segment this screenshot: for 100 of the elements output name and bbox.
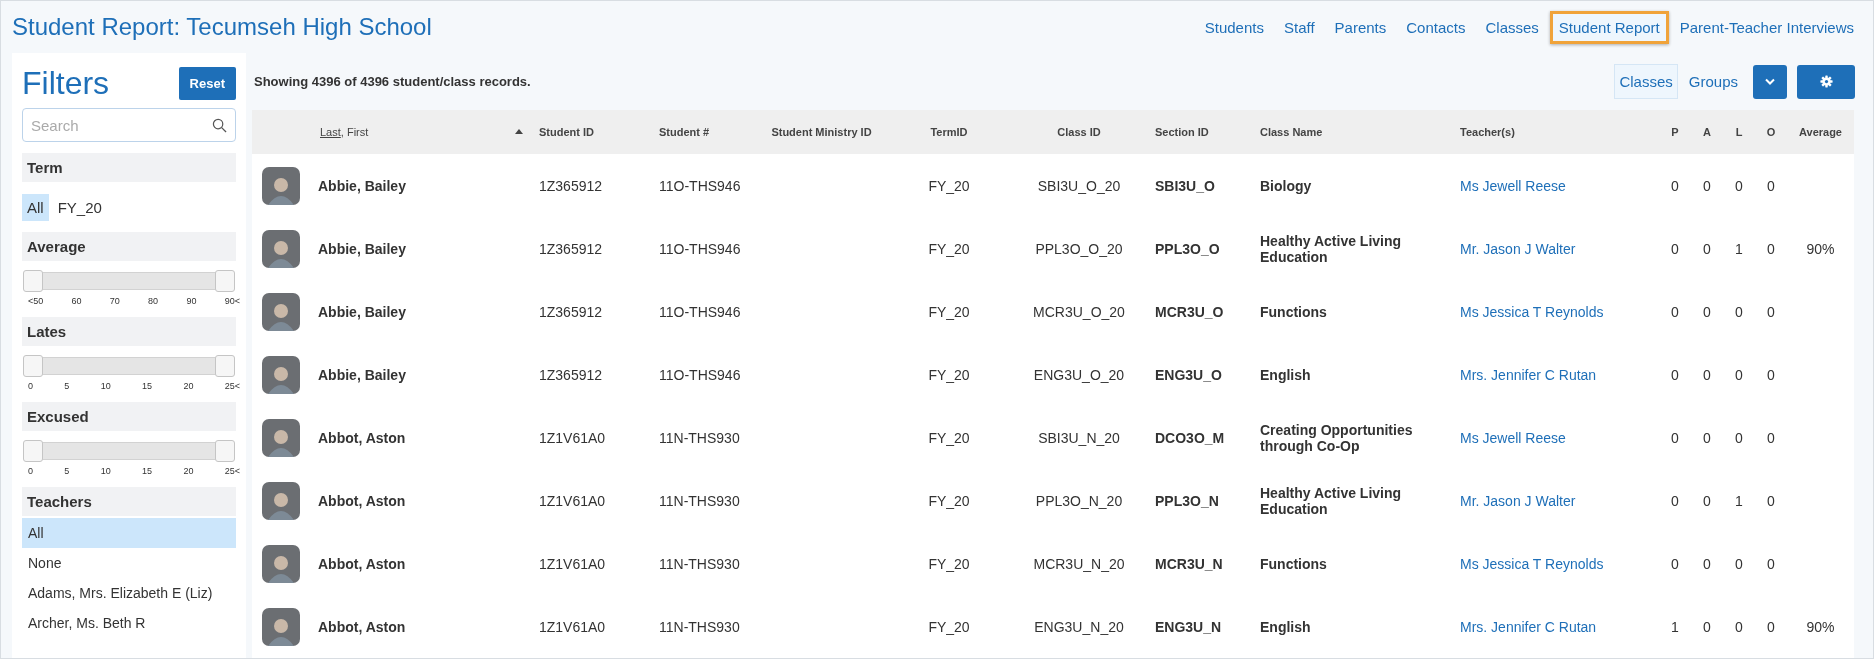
count-l: 0 [1735,555,1743,572]
class-id: ENG3U_N_20 [1034,618,1124,635]
term-option[interactable]: All [22,194,49,221]
slider-handle[interactable] [215,440,235,462]
slider-handle[interactable] [23,355,43,377]
teacher-link[interactable]: Ms Jewell Reese [1460,429,1566,446]
avatar-placeholder [262,292,300,331]
nav-link[interactable]: Contacts [1397,10,1475,44]
column-header[interactable]: A [1703,126,1711,138]
student-id: 1Z365912 [539,240,603,257]
chevron-down-icon [1765,78,1775,85]
page-title: Student Report: Tecumseh High School [12,13,432,41]
nav-link[interactable]: Parent-Teacher Interviews [1670,10,1863,44]
teacher-option[interactable]: Archer, Ms. Beth R [22,608,236,638]
tick-label: 90< [224,296,240,306]
class-name: English [1260,618,1311,635]
column-header[interactable]: O [1766,126,1776,138]
avatar-placeholder [262,166,300,205]
count-l: 1 [1735,492,1743,509]
term-id: FY_20 [928,303,970,320]
tick-label: 60 [71,296,82,306]
section-id: MCR3U_O [1155,303,1224,320]
teacher-link[interactable]: Mr. Jason J Walter [1460,240,1576,257]
count-a: 0 [1703,555,1711,572]
section-id: PPL3O_N [1155,492,1219,509]
range-slider[interactable] [22,268,236,293]
column-header[interactable]: L [1735,126,1743,138]
teacher-link[interactable]: Ms Jessica T Reynolds [1460,555,1604,572]
nav-link[interactable]: Student Report [1549,10,1669,44]
teacher-option[interactable]: None [22,548,236,578]
nav-link[interactable]: Parents [1325,10,1396,44]
column-header[interactable]: Class Name [1260,126,1323,138]
record-count: Showing 4396 of 4396 student/class records. [253,74,531,89]
average: 90% [1806,618,1835,635]
student-number: 11N-THS930 [659,555,740,572]
term-id: FY_20 [928,618,970,635]
search-icon [212,118,227,133]
count-p: 0 [1671,177,1679,194]
slider-handle[interactable] [215,270,235,292]
class-name: Functions [1260,555,1327,572]
tick-label: 10 [100,466,111,476]
teacher-link[interactable]: Mrs. Jennifer C Rutan [1460,366,1597,383]
student-name: Abbie, Bailey [318,366,406,383]
student-id: 1Z365912 [539,366,603,383]
filters-title: Filters [22,65,110,102]
term-id: FY_20 [928,492,970,509]
settings-button[interactable] [1797,64,1855,99]
student-number: 11O-THS946 [659,366,741,383]
teacher-option[interactable]: Adams, Mrs. Elizabeth E (Liz) [22,578,236,608]
term-id: FY_20 [928,240,970,257]
count-p: 0 [1671,429,1679,446]
student-number: 11N-THS930 [659,618,740,635]
column-header[interactable]: Student ID [539,126,594,138]
tick-label: 25< [224,381,240,391]
nav-link[interactable]: Classes [1476,10,1548,44]
term-id: FY_20 [928,366,970,383]
view-tab[interactable]: Classes [1614,64,1678,99]
column-header[interactable]: Section ID [1155,126,1209,138]
slider-handle[interactable] [215,355,235,377]
range-slider[interactable] [22,438,236,463]
teacher-link[interactable]: Mrs. Jennifer C Rutan [1460,618,1597,635]
column-header[interactable]: Last, First [320,126,369,138]
section-id: MCR3U_N [1155,555,1223,572]
column-header[interactable]: Student # [659,126,710,138]
view-tab[interactable]: Groups [1683,64,1743,99]
dropdown-button[interactable] [1753,64,1787,99]
slider-handle[interactable] [23,440,43,462]
range-slider[interactable] [22,353,236,378]
teacher-link[interactable]: Ms Jewell Reese [1460,177,1566,194]
count-o: 0 [1767,618,1775,635]
count-a: 0 [1703,492,1711,509]
column-header[interactable]: TermID [930,126,968,138]
slider-handle[interactable] [23,270,43,292]
column-header[interactable]: Class ID [1057,126,1101,138]
column-header[interactable]: Teacher(s) [1460,126,1515,138]
class-name: Biology [1260,177,1312,194]
term-option[interactable]: FY_20 [52,194,107,221]
tick-label: 20 [183,466,194,476]
column-header[interactable]: Average [1799,126,1842,138]
teacher-option[interactable]: All [22,518,236,548]
student-name: Abbot, Aston [318,429,406,446]
nav-link[interactable]: Students [1195,10,1273,44]
tick-label: 10 [100,381,111,391]
filter-heading: Lates [22,317,236,346]
tick-label: 25< [224,466,240,476]
teacher-link[interactable]: Mr. Jason J Walter [1460,492,1576,509]
avatar-placeholder [262,481,300,520]
count-l: 0 [1735,177,1743,194]
count-a: 0 [1703,429,1711,446]
teacher-link[interactable]: Ms Jessica T Reynolds [1460,303,1604,320]
count-o: 0 [1767,177,1775,194]
search-field[interactable]: Search [22,108,236,142]
reset-button[interactable]: Reset [178,67,236,100]
class-name: Healthy Active Living Education [1260,232,1402,265]
nav-link[interactable]: Staff [1275,10,1324,44]
settings-icon [1819,75,1833,88]
student-id: 1Z1V61A0 [539,492,606,509]
student-name: Abbot, Aston [318,555,406,572]
class-id: ENG3U_O_20 [1033,366,1125,383]
column-header[interactable]: P [1671,126,1679,138]
